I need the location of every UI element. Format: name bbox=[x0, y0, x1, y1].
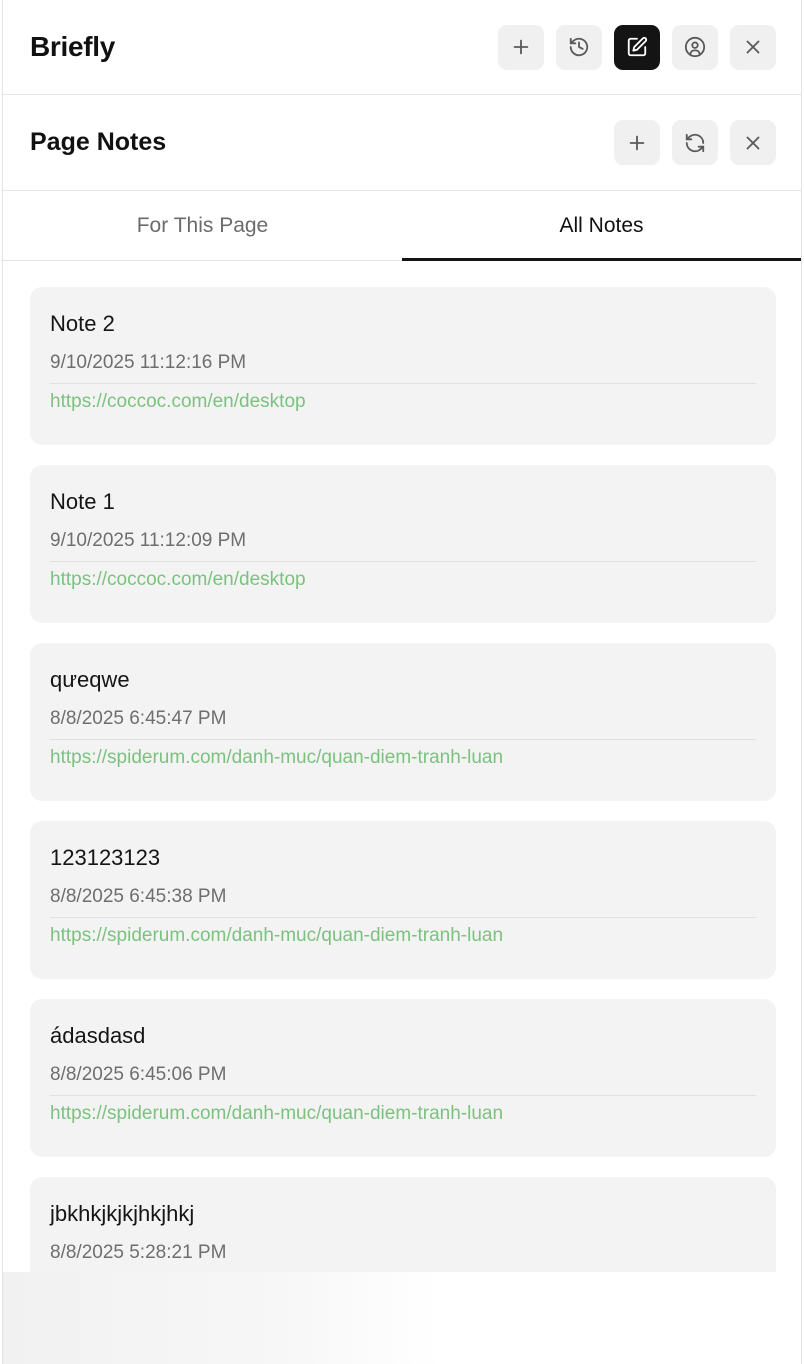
note-url-link[interactable]: https://coccoc.com/en/desktop bbox=[50, 390, 756, 414]
add-note-button[interactable] bbox=[614, 120, 660, 165]
note-url-link[interactable]: https://spiderum.com/danh-muc/quan-diem-… bbox=[50, 924, 756, 948]
note-date: 9/10/2025 11:12:16 PM bbox=[50, 351, 756, 384]
section-toolbar bbox=[614, 120, 776, 165]
close-icon bbox=[746, 40, 760, 54]
note-date: 9/10/2025 11:12:09 PM bbox=[50, 529, 756, 562]
tab-all-notes[interactable]: All Notes bbox=[402, 191, 801, 261]
refresh-icon bbox=[685, 133, 705, 152]
note-url-link[interactable]: https://spiderum.com/danh-muc/quan-diem-… bbox=[50, 1102, 756, 1126]
note-card[interactable]: qưeqwe 8/8/2025 6:45:47 PM https://spide… bbox=[30, 643, 776, 801]
note-card[interactable]: ádasdasd 8/8/2025 6:45:06 PM https://spi… bbox=[30, 999, 776, 1157]
note-date: 8/8/2025 6:45:47 PM bbox=[50, 707, 756, 740]
app-title: Briefly bbox=[30, 31, 116, 62]
close-icon bbox=[746, 136, 760, 149]
notes-panel: Briefly Page Notes For This Page All Not… bbox=[2, 0, 802, 1364]
note-card[interactable]: 123123123 8/8/2025 6:45:38 PM https://sp… bbox=[30, 821, 776, 979]
note-url-link[interactable]: https://coccoc.com/en/desktop bbox=[50, 568, 756, 592]
page-notes-header: Page Notes bbox=[3, 95, 801, 191]
plus-icon bbox=[513, 39, 529, 55]
notes-list: Note 2 9/10/2025 11:12:16 PM https://coc… bbox=[3, 261, 801, 1335]
note-url-link[interactable]: https://spiderum.com/danh-muc/quan-diem-… bbox=[50, 746, 756, 770]
note-title: jbkhkjkjkjhkjhkj bbox=[50, 1201, 195, 1226]
close-panel-button[interactable] bbox=[730, 24, 776, 70]
note-title: Note 1 bbox=[50, 489, 115, 514]
close-notes-button[interactable] bbox=[730, 120, 776, 165]
note-title: Note 2 bbox=[50, 311, 115, 336]
header-toolbar bbox=[498, 24, 776, 70]
note-date: 8/8/2025 5:28:21 PM bbox=[50, 1241, 756, 1274]
history-button[interactable] bbox=[556, 24, 602, 70]
plus-icon bbox=[629, 135, 645, 150]
history-icon bbox=[569, 37, 589, 57]
account-button[interactable] bbox=[672, 24, 718, 70]
user-circle-icon bbox=[684, 36, 706, 58]
note-title: 123123123 bbox=[50, 845, 161, 870]
notes-button[interactable] bbox=[614, 24, 660, 70]
bottom-fade-overlay bbox=[3, 1272, 801, 1364]
refresh-button[interactable] bbox=[672, 120, 718, 165]
section-title: Page Notes bbox=[30, 128, 167, 156]
edit-note-icon bbox=[627, 36, 648, 57]
note-card[interactable]: Note 2 9/10/2025 11:12:16 PM https://coc… bbox=[30, 287, 776, 445]
note-card[interactable]: Note 1 9/10/2025 11:12:09 PM https://coc… bbox=[30, 465, 776, 623]
note-title: ádasdasd bbox=[50, 1023, 146, 1048]
note-date: 8/8/2025 6:45:06 PM bbox=[50, 1063, 756, 1096]
tab-for-this-page[interactable]: For This Page bbox=[3, 191, 402, 260]
new-button[interactable] bbox=[498, 24, 544, 70]
note-title: qưeqwe bbox=[50, 667, 130, 692]
notes-tabs: For This Page All Notes bbox=[3, 191, 801, 261]
note-date: 8/8/2025 6:45:38 PM bbox=[50, 885, 756, 918]
app-header: Briefly bbox=[3, 0, 801, 95]
